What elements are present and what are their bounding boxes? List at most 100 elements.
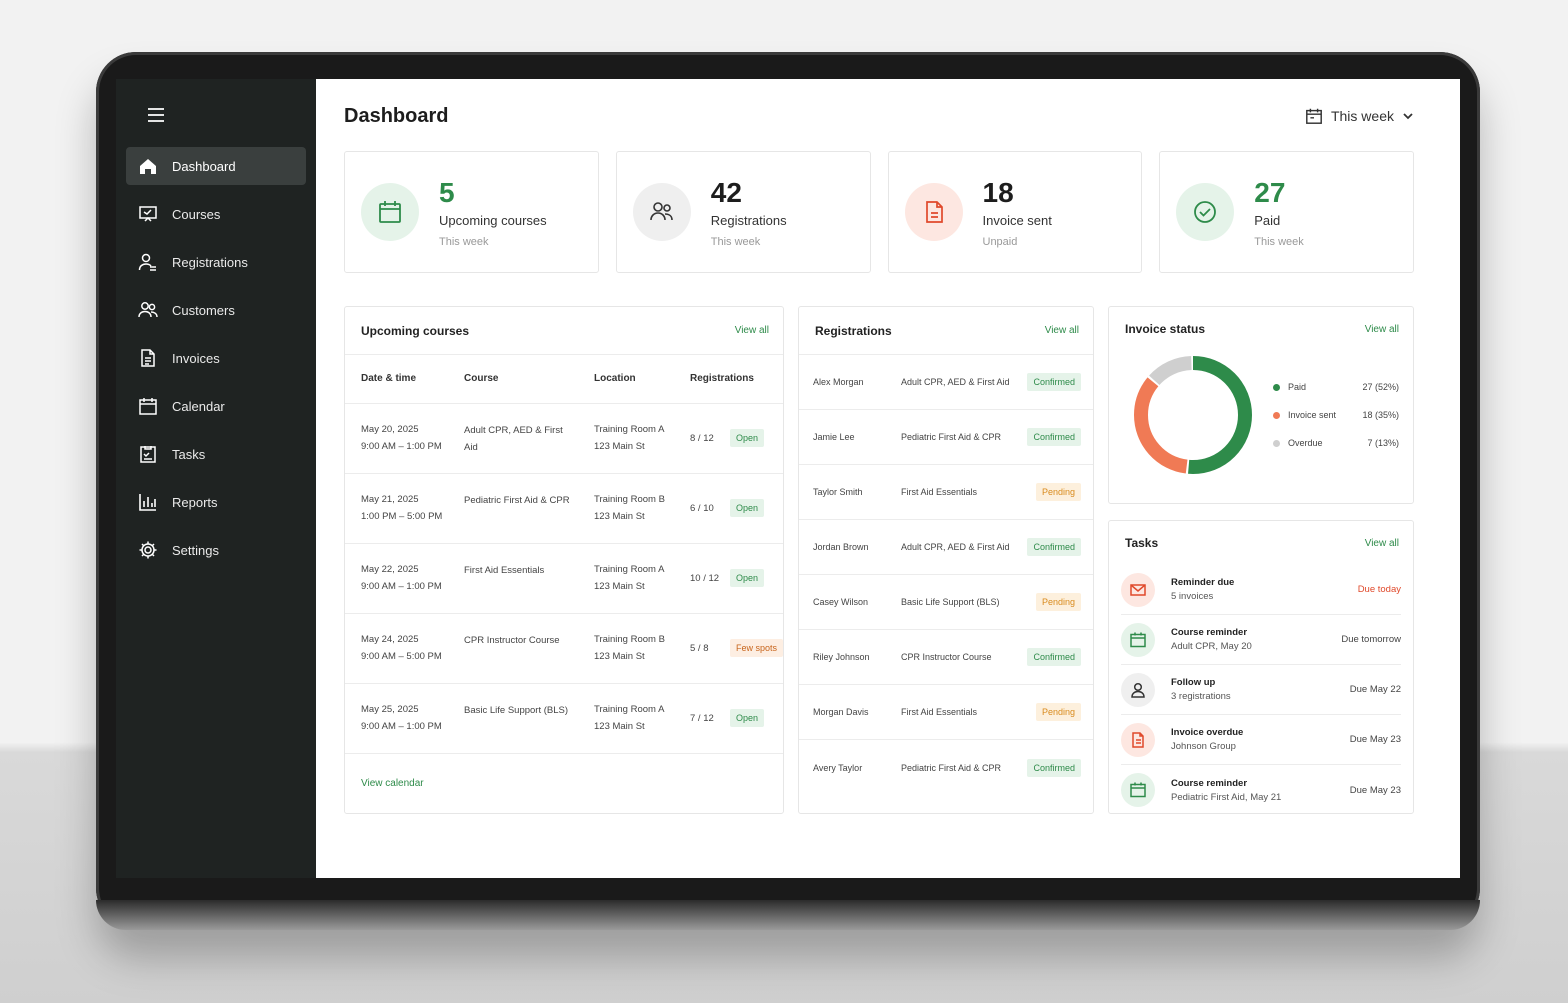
sidebar-item-registrations[interactable]: Registrations <box>126 243 306 281</box>
registrant-course: Pediatric First Aid & CPR <box>901 762 1002 773</box>
sidebar-item-invoices[interactable]: Invoices <box>126 339 306 377</box>
sidebar-item-settings[interactable]: Settings <box>126 531 306 569</box>
sidebar-item-label: Courses <box>172 206 221 222</box>
status-badge: Confirmed <box>1027 538 1081 556</box>
status-badge: Open <box>730 709 765 727</box>
legend-item: Invoice sent 18 (35%) <box>1273 401 1399 429</box>
task-item[interactable]: Course reminder Adult CPR, May 20 Due tomo… <box>1121 615 1401 665</box>
registrant-name: Avery Taylor <box>813 762 863 773</box>
view-calendar-link[interactable]: View calendar <box>345 754 783 813</box>
registrant-course: Pediatric First Aid & CPR <box>901 432 1002 442</box>
invoice-status-card: Invoice status View all Paid 27 (52%) Invo… <box>1108 306 1414 504</box>
task-item[interactable]: Reminder due 5 invoices Due today <box>1121 565 1401 615</box>
view-all-invoices-link[interactable]: View all <box>1365 324 1399 335</box>
course-date: May 20, 2025 <box>361 424 419 435</box>
list-item[interactable]: Avery Taylor Pediatric First Aid & CPR Con… <box>799 740 1093 795</box>
table-row[interactable]: May 20, 2025 9:00 AM – 1:00 PM Adult CPR, … <box>345 403 783 474</box>
course-registrations-cell: 5 / 8 Few spots <box>674 613 784 684</box>
status-badge: Confirmed <box>1027 758 1081 777</box>
registrant-name: Alex Morgan <box>813 377 864 387</box>
table-row[interactable]: May 25, 2025 9:00 AM – 1:00 PM Basic Life … <box>345 683 783 754</box>
task-text: Course reminder Adult CPR, May 20 <box>1171 627 1341 652</box>
courses-table: Date & time Course Location Registration… <box>345 355 784 754</box>
column-header: Date & time <box>345 355 448 404</box>
stat-card-paid[interactable]: 27 Paid This week <box>1159 151 1414 273</box>
list-item[interactable]: Alex Morgan Adult CPR, AED & First Aid Con… <box>799 355 1093 410</box>
course-name: Basic Life Support (BLS) <box>448 683 578 754</box>
status-badge: Pending <box>1035 593 1081 611</box>
table-row[interactable]: May 22, 2025 9:00 AM – 1:00 PM First Aid E… <box>345 543 783 614</box>
view-all-tasks-link[interactable]: View all <box>1365 538 1399 549</box>
list-item[interactable]: Jordan Brown Adult CPR, AED & First Aid Co… <box>799 520 1093 575</box>
sidebar-item-label: Customers <box>172 302 235 318</box>
stat-card-upcoming-courses[interactable]: 5 Upcoming courses This week <box>344 151 599 273</box>
legend-label: Paid <box>1288 382 1307 392</box>
card-title: Tasks <box>1125 536 1159 550</box>
calendar-icon <box>1121 773 1155 807</box>
user-list-icon <box>138 253 156 271</box>
calendar-icon <box>379 201 401 223</box>
chevron-down-icon <box>1403 113 1413 120</box>
period-selector[interactable]: This week <box>1305 107 1414 125</box>
course-location-cell: Training Room B 123 Main St <box>578 613 674 684</box>
sidebar-item-reports[interactable]: Reports <box>126 483 306 521</box>
task-item[interactable]: Follow up 3 registrations Due May 22 <box>1121 665 1401 715</box>
registrant-course: Adult CPR, AED & First Aid <box>901 377 1010 387</box>
table-header-row: Date & time Course Location Registration… <box>345 355 783 404</box>
hamburger-menu-button[interactable] <box>136 97 176 133</box>
table-row[interactable]: May 24, 2025 9:00 AM – 5:00 PM CPR Instruc… <box>345 613 784 684</box>
list-item[interactable]: Riley Johnson CPR Instructor Course Confir… <box>799 630 1093 685</box>
stat-icon-wrap <box>904 183 963 241</box>
legend-label: Overdue <box>1288 438 1323 448</box>
task-due: Due May 23 <box>1349 784 1401 796</box>
view-all-courses-link[interactable]: View all <box>735 325 769 336</box>
task-title: Course reminder <box>1171 627 1248 638</box>
sidebar-item-tasks[interactable]: Tasks <box>126 435 306 473</box>
calendar-icon <box>1121 622 1155 657</box>
sidebar-item-customers[interactable]: Customers <box>126 291 306 329</box>
course-name: First Aid Essentials <box>448 543 578 614</box>
list-item[interactable]: Taylor Smith First Aid Essentials Pending <box>799 465 1093 520</box>
legend-dot <box>1273 383 1280 391</box>
presentation-icon <box>139 206 157 222</box>
stat-card-registrations[interactable]: 42 Registrations This week <box>615 151 871 273</box>
status-badge: Few spots <box>730 639 784 657</box>
column-header: Location <box>578 355 674 404</box>
tasks-card: Tasks View all Reminder due 5 invoices Due… <box>1108 520 1414 814</box>
registrations-card: Registrations View all Alex Morgan Adult … <box>798 306 1094 814</box>
sidebar-item-dashboard[interactable]: Dashboard <box>126 147 306 185</box>
registrant-name: Jamie Lee <box>813 432 855 442</box>
status-badge: Pending <box>1035 483 1081 501</box>
registrant-course: CPR Instructor Course <box>901 652 992 662</box>
sidebar-item-label: Settings <box>172 542 219 558</box>
course-room: Training Room B <box>594 494 665 505</box>
sidebar-item-calendar[interactable]: Calendar <box>126 387 306 425</box>
course-time: 9:00 AM – 1:00 PM <box>361 441 442 452</box>
course-date: May 21, 2025 <box>361 494 419 505</box>
task-item[interactable]: Invoice overdue Johnson Group Due May 23 <box>1121 715 1401 765</box>
calendar-icon <box>1306 108 1322 124</box>
list-item[interactable]: Casey Wilson Basic Life Support (BLS) Pend… <box>799 575 1093 630</box>
upcoming-courses-card: Upcoming courses View all Date & time Co… <box>344 306 784 814</box>
stat-icon-wrap <box>361 183 419 241</box>
list-item[interactable]: Jamie Lee Pediatric First Aid & CPR Confir… <box>799 410 1093 465</box>
course-date: May 22, 2025 <box>361 564 419 575</box>
course-registrations-cell: 10 / 12 Open <box>674 543 783 614</box>
view-all-registrations-link[interactable]: View all <box>1045 325 1079 336</box>
courses-table-body: May 20, 2025 9:00 AM – 1:00 PM Adult CPR, … <box>345 403 784 754</box>
registration-count: 6 / 10 <box>690 503 714 514</box>
stat-label: Paid <box>1254 212 1281 228</box>
course-address: 123 Main St <box>594 581 645 592</box>
list-item[interactable]: Morgan Davis First Aid Essentials Pending <box>799 685 1093 740</box>
course-time: 9:00 AM – 1:00 PM <box>361 721 442 732</box>
stat-card-invoice-sent[interactable]: 18 Invoice sent Unpaid <box>887 151 1143 273</box>
task-due: Due tomorrow <box>1341 634 1401 645</box>
registrant-course: Basic Life Support (BLS) <box>901 597 1000 607</box>
document-icon <box>141 349 155 367</box>
stat-label: Upcoming courses <box>439 212 547 228</box>
legend-dot <box>1273 411 1280 419</box>
table-row[interactable]: May 21, 2025 1:00 PM – 5:00 PM Pediatric F… <box>345 473 783 544</box>
sidebar-item-courses[interactable]: Courses <box>126 195 306 233</box>
right-column: Invoice status View all Paid 27 (52%) Invo… <box>1108 306 1414 814</box>
task-item[interactable]: Course reminder Pediatric First Aid, May … <box>1121 765 1401 815</box>
